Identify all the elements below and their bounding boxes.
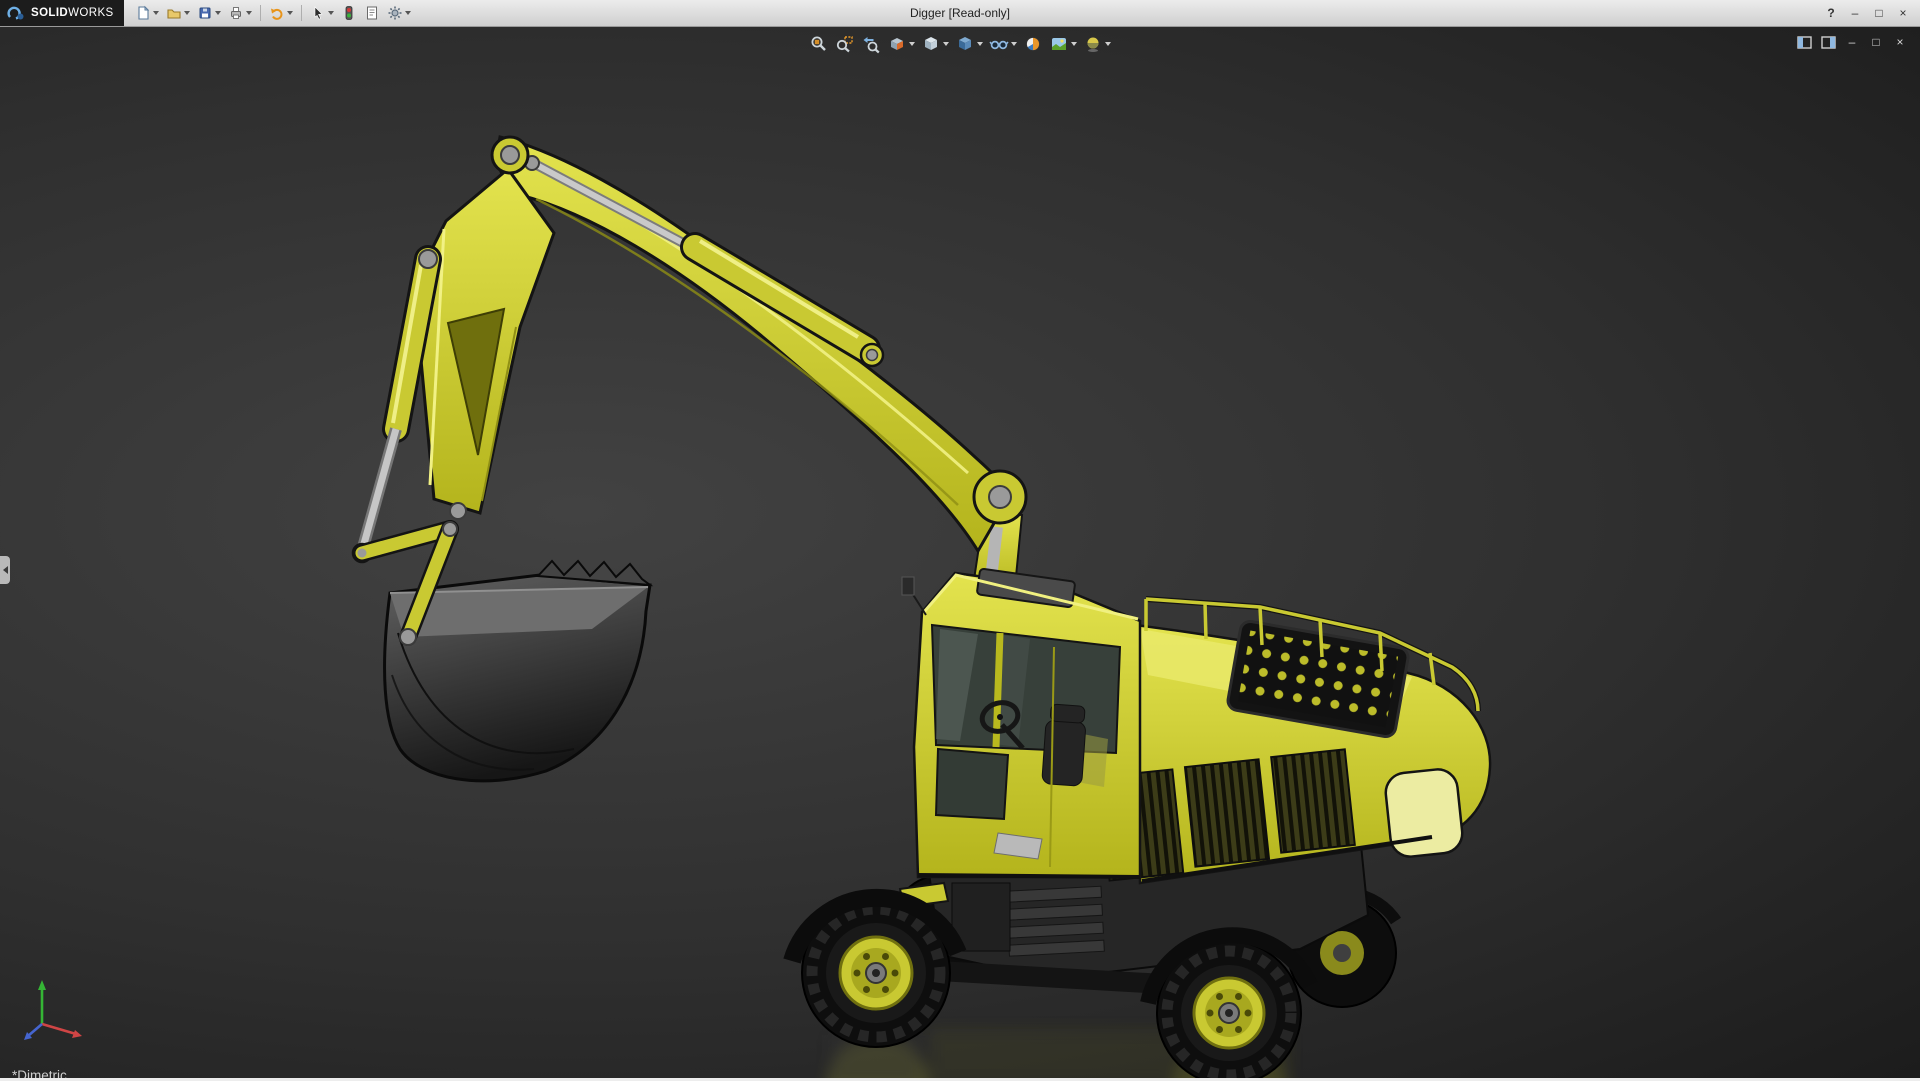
minimize-button[interactable]: – <box>1844 4 1866 22</box>
window-titlebar: SOLIDWORKS Digger [Read-only] ? – □ × <box>0 0 1920 27</box>
pin <box>500 145 520 165</box>
edit-appearance-button[interactable] <box>1021 33 1045 55</box>
dropdown-caret-icon[interactable] <box>327 11 334 15</box>
save-button[interactable] <box>194 2 224 24</box>
section-view-icon <box>891 38 903 50</box>
window-controls: ? – □ × <box>1820 4 1920 22</box>
view-orientation-cube-icon <box>925 37 937 50</box>
view-settings-icon <box>1087 37 1099 52</box>
dropdown-caret-icon[interactable] <box>286 11 293 15</box>
boom-arm <box>496 135 1010 554</box>
help-button[interactable]: ? <box>1820 4 1842 22</box>
mirror <box>901 576 915 596</box>
undo-button[interactable] <box>266 2 296 24</box>
brand-light: WORKS <box>68 7 114 19</box>
dropdown-caret-icon[interactable] <box>1105 42 1111 46</box>
previous-view-icon <box>863 37 880 54</box>
dropdown-caret-icon[interactable] <box>245 11 252 15</box>
dropdown-caret-icon[interactable] <box>152 11 159 15</box>
dropdown-caret-icon[interactable] <box>977 42 983 46</box>
toolbar-separator <box>259 5 261 21</box>
view-orientation-label: *Dimetric <box>12 1068 67 1078</box>
pane-split-icon <box>1796 35 1812 49</box>
apply-scene-button[interactable] <box>1047 33 1079 55</box>
zoom-to-area-button[interactable] <box>833 33 857 55</box>
rear-panel <box>1384 768 1464 858</box>
zoom-to-fit-icon <box>811 36 826 51</box>
dropdown-caret-icon[interactable] <box>909 42 915 46</box>
y-axis-arrow <box>38 980 46 990</box>
doc-restore-button[interactable]: □ <box>1866 33 1886 51</box>
section-view-button[interactable] <box>885 33 917 55</box>
dropdown-caret-icon[interactable] <box>183 11 190 15</box>
dropdown-caret-icon[interactable] <box>1011 42 1017 46</box>
viewport-canvas[interactable]: – □ × *Dimetric <box>0 27 1920 1078</box>
brand-bold: SOLID <box>31 7 69 19</box>
print-button[interactable] <box>225 2 255 24</box>
maximize-button[interactable]: □ <box>1868 4 1890 22</box>
pane-expand-icon <box>1820 35 1836 49</box>
featuremanager-collapsed-tab[interactable] <box>0 556 10 584</box>
printer-icon <box>230 7 241 19</box>
options-button[interactable] <box>384 2 414 24</box>
solidworks-logo: SOLIDWORKS <box>0 0 124 26</box>
open-button[interactable] <box>163 2 193 24</box>
dropdown-caret-icon[interactable] <box>943 42 949 46</box>
file-properties-button[interactable] <box>361 2 383 24</box>
pane-expand-button[interactable] <box>1818 33 1838 51</box>
rebuild-button[interactable] <box>338 2 360 24</box>
orientation-triad[interactable] <box>16 968 100 1052</box>
boom-assembly[interactable] <box>496 135 1028 599</box>
undo-arrow-icon <box>270 8 283 20</box>
appearance-ball-icon <box>1026 37 1040 51</box>
cursor-arrow-icon <box>314 6 323 20</box>
pane-split-button[interactable] <box>1794 33 1814 51</box>
cab[interactable] <box>901 567 1142 879</box>
select-button[interactable] <box>307 2 337 24</box>
rebuild-stoplight-icon <box>345 6 352 20</box>
digger-model[interactable] <box>0 27 1920 1078</box>
dropdown-caret-icon[interactable] <box>214 11 221 15</box>
chevron-left-icon <box>2 566 8 574</box>
new-document-button[interactable] <box>132 2 162 24</box>
zoom-to-area-icon <box>836 36 853 53</box>
view-orientation-button[interactable] <box>919 33 951 55</box>
options-gear-icon <box>388 6 402 20</box>
stick-assembly[interactable] <box>351 166 556 564</box>
brand-text: SOLIDWORKS <box>31 7 114 19</box>
hide-show-items-button[interactable] <box>987 33 1019 55</box>
glasses-icon <box>989 40 1009 50</box>
zoom-to-fit-button[interactable] <box>807 33 831 55</box>
document-window-controls: – □ × <box>1794 33 1910 51</box>
stick-cylinder[interactable] <box>524 155 885 368</box>
previous-view-button[interactable] <box>859 33 883 55</box>
close-button[interactable]: × <box>1892 4 1914 22</box>
lower-window <box>934 747 1010 821</box>
dropdown-caret-icon[interactable] <box>1071 42 1077 46</box>
doc-close-button[interactable]: × <box>1890 33 1910 51</box>
view-settings-button[interactable] <box>1081 33 1113 55</box>
main-toolbar <box>132 2 414 24</box>
x-axis-arrow <box>72 1030 82 1038</box>
headsup-view-toolbar <box>807 33 1113 55</box>
dropdown-caret-icon[interactable] <box>404 11 411 15</box>
open-folder-icon <box>167 9 181 19</box>
toolbar-separator <box>300 5 302 21</box>
file-properties-icon <box>366 6 377 20</box>
save-floppy-icon <box>199 7 211 19</box>
bucket-cylinder[interactable] <box>351 245 442 564</box>
apply-scene-icon <box>1052 38 1066 50</box>
new-document-icon <box>138 5 149 20</box>
doc-minimize-button[interactable]: – <box>1842 33 1862 51</box>
3ds-logo-icon <box>7 6 24 20</box>
display-style-cube-icon <box>959 37 971 50</box>
display-style-button[interactable] <box>953 33 985 55</box>
engine-housing[interactable] <box>1097 596 1492 885</box>
